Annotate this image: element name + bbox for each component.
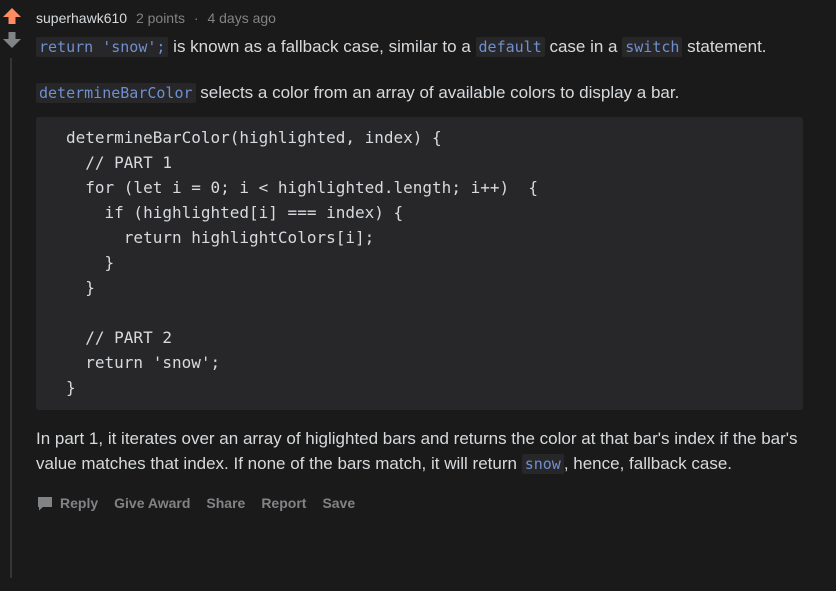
comment-content: superhawk610 2 points · 4 days ago retur… [36,8,826,515]
author-name[interactable]: superhawk610 [36,10,127,26]
give-award-button[interactable]: Give Award [114,495,190,511]
paragraph-text: statement. [682,37,767,56]
report-label: Report [261,495,307,511]
inline-code: return 'snow'; [36,37,169,57]
code-block: determineBarColor(highlighted, index) { … [36,117,803,410]
inline-code: determineBarColor [36,83,196,103]
save-button[interactable]: Save [322,495,355,511]
reply-label: Reply [60,495,99,511]
downvote-arrow-icon[interactable] [0,30,24,50]
paragraph-text: is known as a fallback case, similar to … [168,37,476,56]
reply-button[interactable]: Reply [36,494,98,512]
paragraph-1: return 'snow'; is known as a fallback ca… [36,34,826,60]
paragraph-text: selects a color from an array of availab… [195,83,680,102]
thread-line[interactable] [10,58,12,578]
inline-code: default [475,37,545,57]
save-label: Save [322,495,356,511]
comment-meta: superhawk610 2 points · 4 days ago [36,8,826,28]
upvote-arrow-icon[interactable] [0,6,24,26]
give-award-label: Give Award [114,495,191,511]
paragraph-text: case in a [544,37,623,56]
inline-code: switch [622,37,683,57]
paragraph-text: , hence, fallback case. [563,454,733,473]
paragraph-3: In part 1, it iterates over an array of … [36,426,826,477]
share-label: Share [206,495,246,511]
speech-bubble-icon [38,497,52,511]
points-count: 2 points [135,10,185,26]
comment-actions: Reply Give Award Share Report Save [36,491,826,515]
share-button[interactable]: Share [206,495,245,511]
meta-separator: · [193,10,199,26]
report-button[interactable]: Report [261,495,306,511]
vote-column [0,6,24,50]
timestamp[interactable]: 4 days ago [207,10,276,26]
comment: superhawk610 2 points · 4 days ago retur… [0,0,836,591]
inline-code: snow [521,454,564,474]
comment-body: return 'snow'; is known as a fallback ca… [36,34,826,477]
paragraph-2: determineBarColor selects a color from a… [36,80,826,106]
